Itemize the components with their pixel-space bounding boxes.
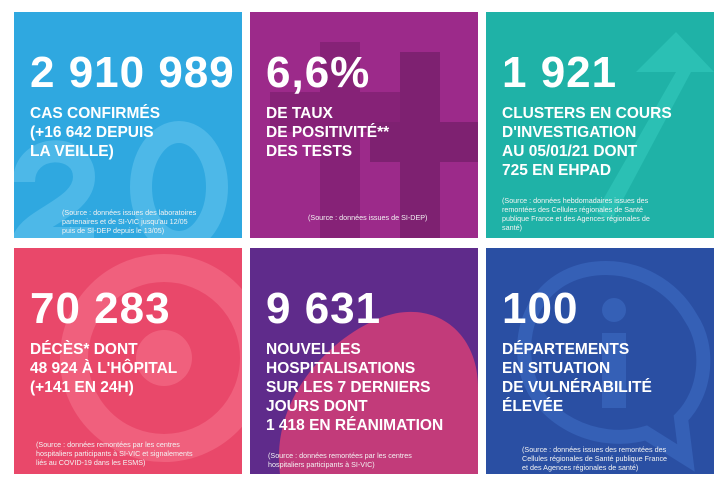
hospitalisations-label: NOUVELLES HOSPITALISATIONS SUR LES 7 DER… — [266, 341, 444, 434]
deaths-label: DÉCÈS* DONT 48 924 À L'HÔPITAL (+141 EN … — [30, 341, 178, 396]
positivity-rate-tile: 6,6% DE TAUX DE POSITIVITÉ** DES TESTS (… — [250, 12, 478, 238]
confirmed-cases-source: (Source : données issues des laboratoire… — [62, 208, 197, 235]
deaths-source: (Source : données remontées par les cent… — [36, 440, 193, 467]
departments-tile: 100 DÉPARTEMENTS EN SITUATION DE VULNÉRA… — [486, 248, 714, 474]
departments-label: DÉPARTEMENTS EN SITUATION DE VULNÉRABILI… — [502, 341, 652, 415]
departments-source: (Source : données issues des remontées d… — [522, 445, 668, 472]
positivity-rate-number: 6,6% — [266, 48, 371, 97]
deaths-tile: 70 283 DÉCÈS* DONT 48 924 À L'HÔPITAL (+… — [14, 248, 242, 474]
confirmed-cases-label: CAS CONFIRMÉS (+16 642 DEPUIS LA VEILLE) — [30, 105, 161, 160]
confirmed-cases-number: 2 910 989 — [30, 48, 235, 97]
positivity-rate-label: DE TAUX DE POSITIVITÉ** DES TESTS — [266, 105, 390, 160]
deaths-number: 70 283 — [30, 284, 171, 333]
clusters-label: CLUSTERS EN COURS D'INVESTIGATION AU 05/… — [502, 105, 672, 179]
confirmed-cases-tile: 2 910 989 CAS CONFIRMÉS (+16 642 DEPUIS … — [14, 12, 242, 238]
clusters-number: 1 921 — [502, 48, 618, 97]
clusters-source: (Source : données hebdomadaires issues d… — [502, 196, 650, 232]
departments-number: 100 — [502, 284, 579, 333]
hospitalisations-source: (Source : données remontées par les cent… — [268, 451, 412, 469]
clusters-tile: 1 921 CLUSTERS EN COURS D'INVESTIGATION … — [486, 12, 714, 238]
hospitalisations-tile: 9 631 NOUVELLES HOSPITALISATIONS SUR LES… — [250, 248, 478, 474]
hospitalisations-number: 9 631 — [266, 284, 382, 333]
positivity-rate-source: (Source : données issues de SI-DEP) — [308, 213, 428, 222]
